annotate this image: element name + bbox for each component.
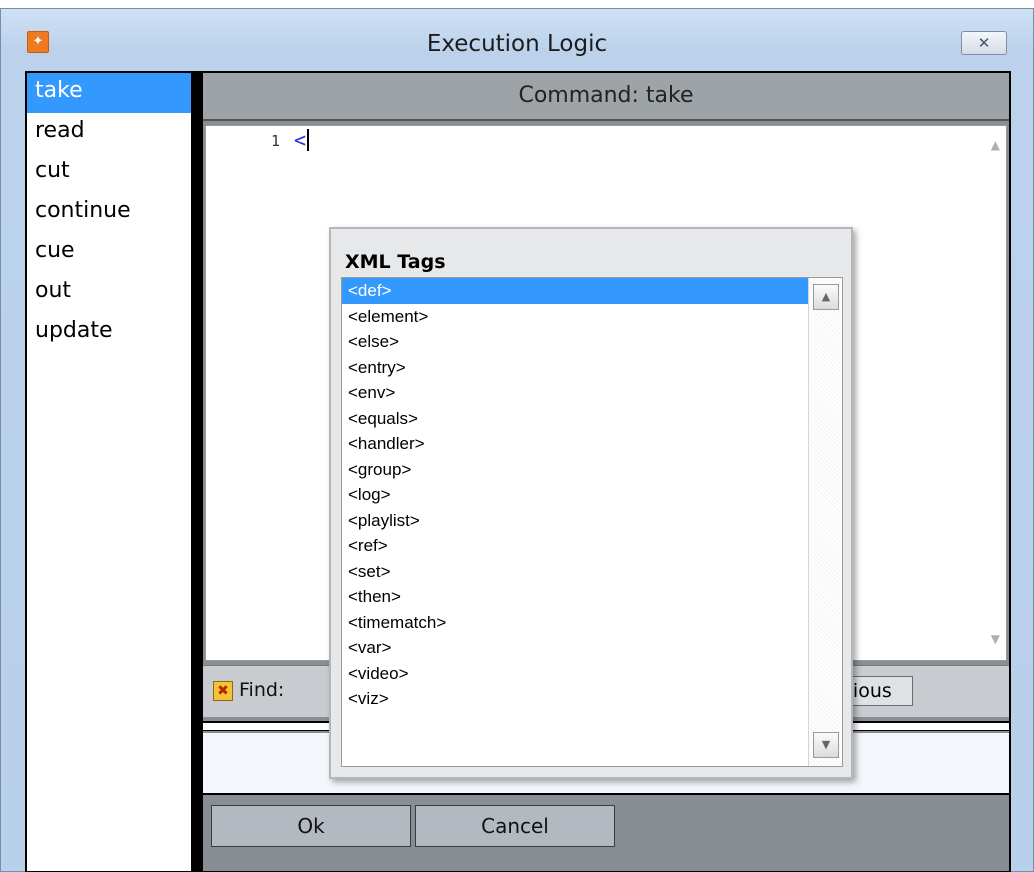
command-item-take[interactable]: take bbox=[27, 73, 191, 113]
tag-item[interactable]: <timematch> bbox=[342, 610, 842, 636]
find-close-icon[interactable]: ✖ bbox=[213, 681, 233, 701]
tag-item[interactable]: <else> bbox=[342, 329, 842, 355]
command-item-cue[interactable]: cue bbox=[27, 233, 191, 273]
tag-item[interactable]: <log> bbox=[342, 482, 842, 508]
tag-item[interactable]: <group> bbox=[342, 457, 842, 483]
text-caret bbox=[307, 129, 310, 151]
title-bar: ✦ Execution Logic ✕ bbox=[1, 9, 1033, 71]
code-line[interactable]: < bbox=[294, 128, 310, 152]
command-item-out[interactable]: out bbox=[27, 273, 191, 313]
close-button[interactable]: ✕ bbox=[961, 31, 1007, 55]
execution-logic-window: ✦ Execution Logic ✕ take read cut contin… bbox=[0, 8, 1034, 872]
tag-item[interactable]: <def> bbox=[342, 278, 842, 304]
tag-item[interactable]: <entry> bbox=[342, 355, 842, 381]
xml-tags-list: <def> <element> <else> <entry> <env> <eq… bbox=[341, 277, 843, 767]
window-title: Execution Logic bbox=[426, 31, 608, 57]
tag-item[interactable]: <equals> bbox=[342, 406, 842, 432]
top-cropped-strip bbox=[0, 0, 1034, 8]
tag-item[interactable]: <set> bbox=[342, 559, 842, 585]
tag-item[interactable]: <viz> bbox=[342, 686, 842, 712]
tag-item[interactable]: <var> bbox=[342, 635, 842, 661]
xml-tags-popup: XML Tags <def> <element> <else> <entry> … bbox=[329, 227, 853, 779]
tag-item[interactable]: <ref> bbox=[342, 533, 842, 559]
tag-item[interactable]: <then> bbox=[342, 584, 842, 610]
tag-item[interactable]: <element> bbox=[342, 304, 842, 330]
command-item-read[interactable]: read bbox=[27, 113, 191, 153]
popup-title: XML Tags bbox=[345, 251, 446, 273]
find-label: Find: bbox=[239, 679, 285, 701]
button-bar: Ok Cancel bbox=[203, 799, 1009, 871]
scroll-down-arrow-icon[interactable]: ▼ bbox=[991, 632, 1000, 646]
scroll-up-arrow-icon[interactable]: ▲ bbox=[813, 284, 839, 310]
command-header: Command: take bbox=[203, 73, 1009, 121]
command-item-cut[interactable]: cut bbox=[27, 153, 191, 193]
scroll-down-arrow-icon[interactable]: ▼ bbox=[813, 732, 839, 758]
code-text: < bbox=[294, 128, 307, 152]
command-item-update[interactable]: update bbox=[27, 313, 191, 353]
tag-item[interactable]: <handler> bbox=[342, 431, 842, 457]
command-item-continue[interactable]: continue bbox=[27, 193, 191, 233]
scroll-up-arrow-icon[interactable]: ▲ bbox=[991, 138, 1000, 152]
line-gutter: 1 bbox=[206, 126, 288, 660]
line-number: 1 bbox=[270, 132, 280, 150]
tag-item[interactable]: <video> bbox=[342, 661, 842, 687]
content-area: take read cut continue cue out update Co… bbox=[25, 71, 1011, 872]
tag-item[interactable]: <playlist> bbox=[342, 508, 842, 534]
ok-button[interactable]: Ok bbox=[211, 805, 411, 847]
tags-scrollbar[interactable]: ▲ ▼ bbox=[808, 278, 842, 766]
command-list: take read cut continue cue out update bbox=[25, 71, 193, 872]
cancel-button[interactable]: Cancel bbox=[415, 805, 615, 847]
tag-item[interactable]: <env> bbox=[342, 380, 842, 406]
